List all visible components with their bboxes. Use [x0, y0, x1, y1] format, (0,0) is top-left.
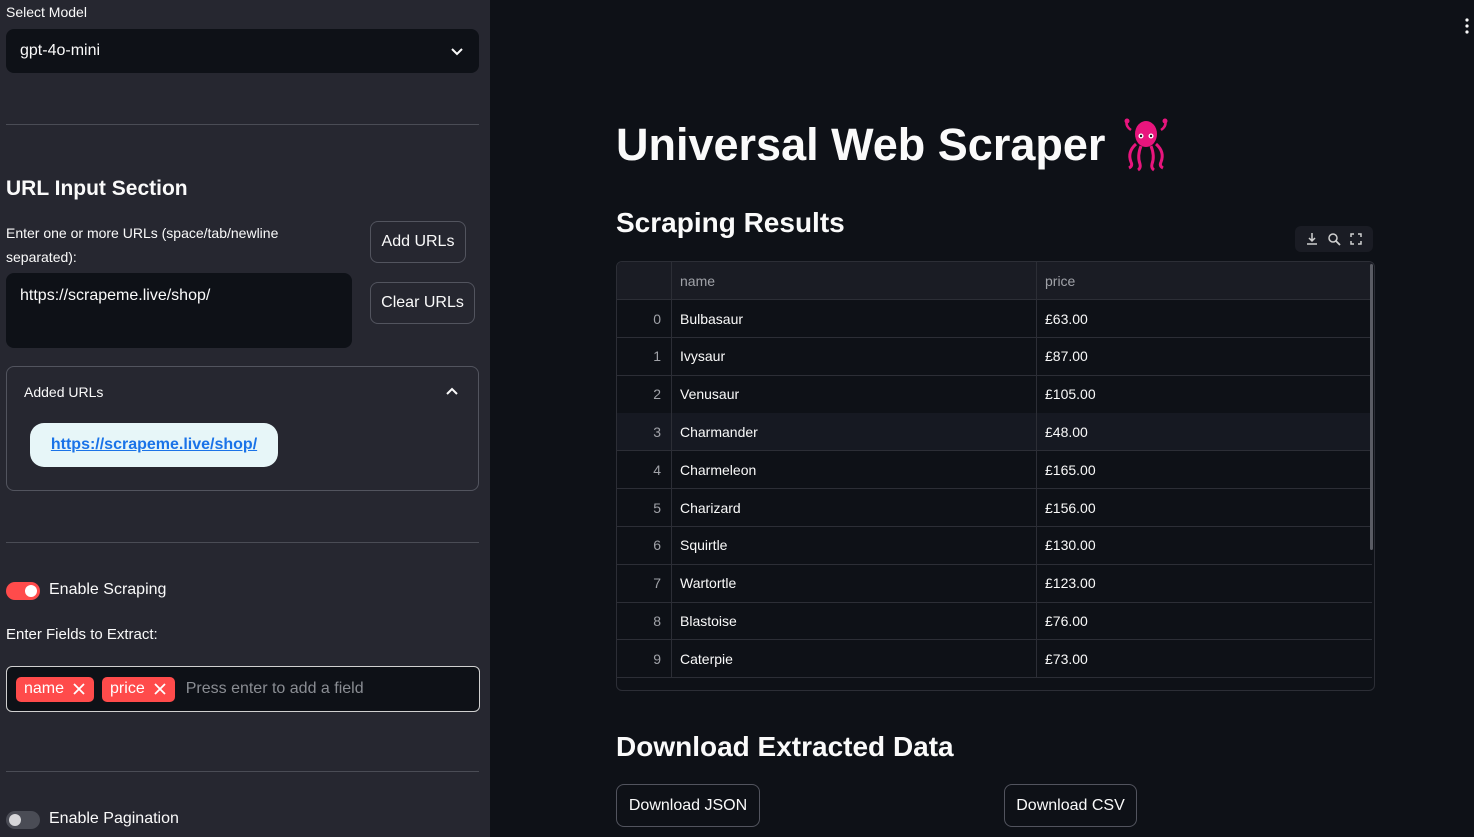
table-row[interactable]: 8 Blastoise £76.00: [617, 602, 1372, 641]
model-select[interactable]: gpt-4o-mini: [6, 29, 479, 73]
enable-pagination-label: Enable Pagination: [49, 810, 179, 827]
added-urls-title: Added URLs: [24, 384, 104, 400]
model-select-label: Select Model: [6, 4, 87, 20]
main-menu-icon[interactable]: [1465, 18, 1469, 34]
chevron-up-icon[interactable]: [444, 384, 460, 400]
table-toolbar: [1295, 226, 1373, 252]
table-header-index: #: [617, 262, 672, 299]
enable-pagination-toggle[interactable]: [6, 811, 40, 829]
row-index: 2: [617, 375, 672, 413]
cell-price[interactable]: £48.00: [1037, 424, 1088, 440]
table-row[interactable]: 5 Charizard £156.00: [617, 489, 1372, 527]
cell-price[interactable]: £130.00: [1037, 537, 1096, 553]
cell-price[interactable]: £165.00: [1037, 462, 1096, 478]
row-index: 9: [617, 640, 672, 678]
download-csv-button[interactable]: Download CSV: [1004, 784, 1137, 827]
chevron-down-icon: [451, 48, 463, 56]
toggle-knob: [25, 585, 37, 597]
cell-price[interactable]: £105.00: [1037, 386, 1096, 402]
download-title: Download Extracted Data: [616, 731, 954, 762]
add-urls-button[interactable]: Add URLs: [370, 221, 466, 263]
row-index: 4: [617, 451, 672, 489]
results-table[interactable]: # name price 0Bulbasaur£63.001Ivysaur£87…: [616, 261, 1375, 691]
url-section-title: URL Input Section: [6, 177, 188, 200]
column-header-price[interactable]: price: [1037, 273, 1075, 289]
results-title: Scraping Results: [616, 207, 845, 238]
fields-input[interactable]: name price Press enter to add a field: [6, 666, 480, 712]
cell-price[interactable]: £63.00: [1037, 311, 1088, 327]
table-row[interactable]: 3 Charmander £48.00: [617, 413, 1372, 452]
table-row[interactable]: 9 Caterpie £73.00: [617, 640, 1372, 679]
search-icon[interactable]: [1327, 232, 1341, 246]
table-row[interactable]: 0 Bulbasaur £63.00: [617, 300, 1372, 338]
fields-placeholder: Press enter to add a field: [185, 680, 364, 697]
cell-name[interactable]: Charmeleon: [672, 451, 1037, 489]
row-index: 7: [617, 564, 672, 602]
cell-name[interactable]: Bulbasaur: [672, 300, 1037, 337]
row-index: 0: [617, 300, 672, 337]
added-url-pill: https://scrapeme.live/shop/: [30, 423, 278, 467]
cell-price[interactable]: £76.00: [1037, 613, 1088, 629]
row-index: 5: [617, 489, 672, 526]
table-header-row: # name price: [617, 262, 1372, 300]
cell-name[interactable]: Squirtle: [672, 526, 1037, 564]
squid-icon: [1124, 118, 1168, 172]
close-icon[interactable]: [72, 682, 86, 696]
divider: [6, 124, 479, 125]
cell-name[interactable]: Venusaur: [672, 375, 1037, 413]
row-index: 1: [617, 337, 672, 375]
table-row[interactable]: 7 Wartortle £123.00: [617, 564, 1372, 603]
toggle-knob: [9, 814, 21, 826]
row-index: 3: [617, 413, 672, 451]
model-select-value: gpt-4o-mini: [20, 42, 101, 59]
cell-name[interactable]: Charizard: [672, 489, 1037, 526]
enable-scraping-toggle[interactable]: [6, 582, 40, 600]
cell-name[interactable]: Wartortle: [672, 564, 1037, 602]
clear-urls-button[interactable]: Clear URLs: [370, 282, 475, 324]
sidebar: Select Model gpt-4o-mini URL Input Secti…: [0, 0, 490, 837]
field-tag-label: name: [24, 680, 65, 697]
download-icon[interactable]: [1305, 232, 1319, 246]
table-row[interactable]: 1 Ivysaur £87.00: [617, 337, 1372, 376]
row-index: 6: [617, 526, 672, 564]
divider: [6, 542, 479, 543]
added-url-link[interactable]: https://scrapeme.live/shop/: [51, 436, 257, 454]
url-input-label: Enter one or more URLs (space/tab/newlin…: [6, 225, 279, 265]
cell-price[interactable]: £73.00: [1037, 651, 1088, 667]
url-input-textarea[interactable]: https://scrapeme.live/shop/: [6, 273, 352, 348]
enable-scraping-label: Enable Scraping: [49, 581, 167, 598]
cell-name[interactable]: Charmander: [672, 413, 1037, 451]
divider: [6, 771, 479, 772]
page-title: Universal Web Scraper: [616, 118, 1169, 172]
close-icon[interactable]: [153, 682, 167, 696]
field-tag: name: [16, 676, 95, 702]
row-index: 8: [617, 602, 672, 640]
table-row[interactable]: 4 Charmeleon £165.00: [617, 451, 1372, 490]
cell-name[interactable]: Ivysaur: [672, 337, 1037, 375]
column-header-name[interactable]: name: [672, 262, 1037, 299]
table-row[interactable]: 6 Squirtle £130.00: [617, 526, 1372, 565]
table-scrollbar[interactable]: [1370, 264, 1373, 550]
cell-name[interactable]: Caterpie: [672, 640, 1037, 678]
page-title-text: Universal Web Scraper: [616, 119, 1106, 170]
field-tag-label: price: [110, 680, 145, 697]
added-urls-expander[interactable]: Added URLs https://scrapeme.live/shop/: [6, 366, 479, 491]
fullscreen-icon[interactable]: [1349, 232, 1363, 246]
field-tag: price: [102, 676, 175, 702]
cell-name[interactable]: Blastoise: [672, 602, 1037, 640]
table-row[interactable]: 2 Venusaur £105.00: [617, 375, 1372, 414]
download-json-button[interactable]: Download JSON: [616, 784, 760, 827]
cell-price[interactable]: £156.00: [1037, 500, 1096, 516]
fields-label: Enter Fields to Extract:: [6, 626, 158, 643]
cell-price[interactable]: £87.00: [1037, 348, 1088, 364]
cell-price[interactable]: £123.00: [1037, 575, 1096, 591]
